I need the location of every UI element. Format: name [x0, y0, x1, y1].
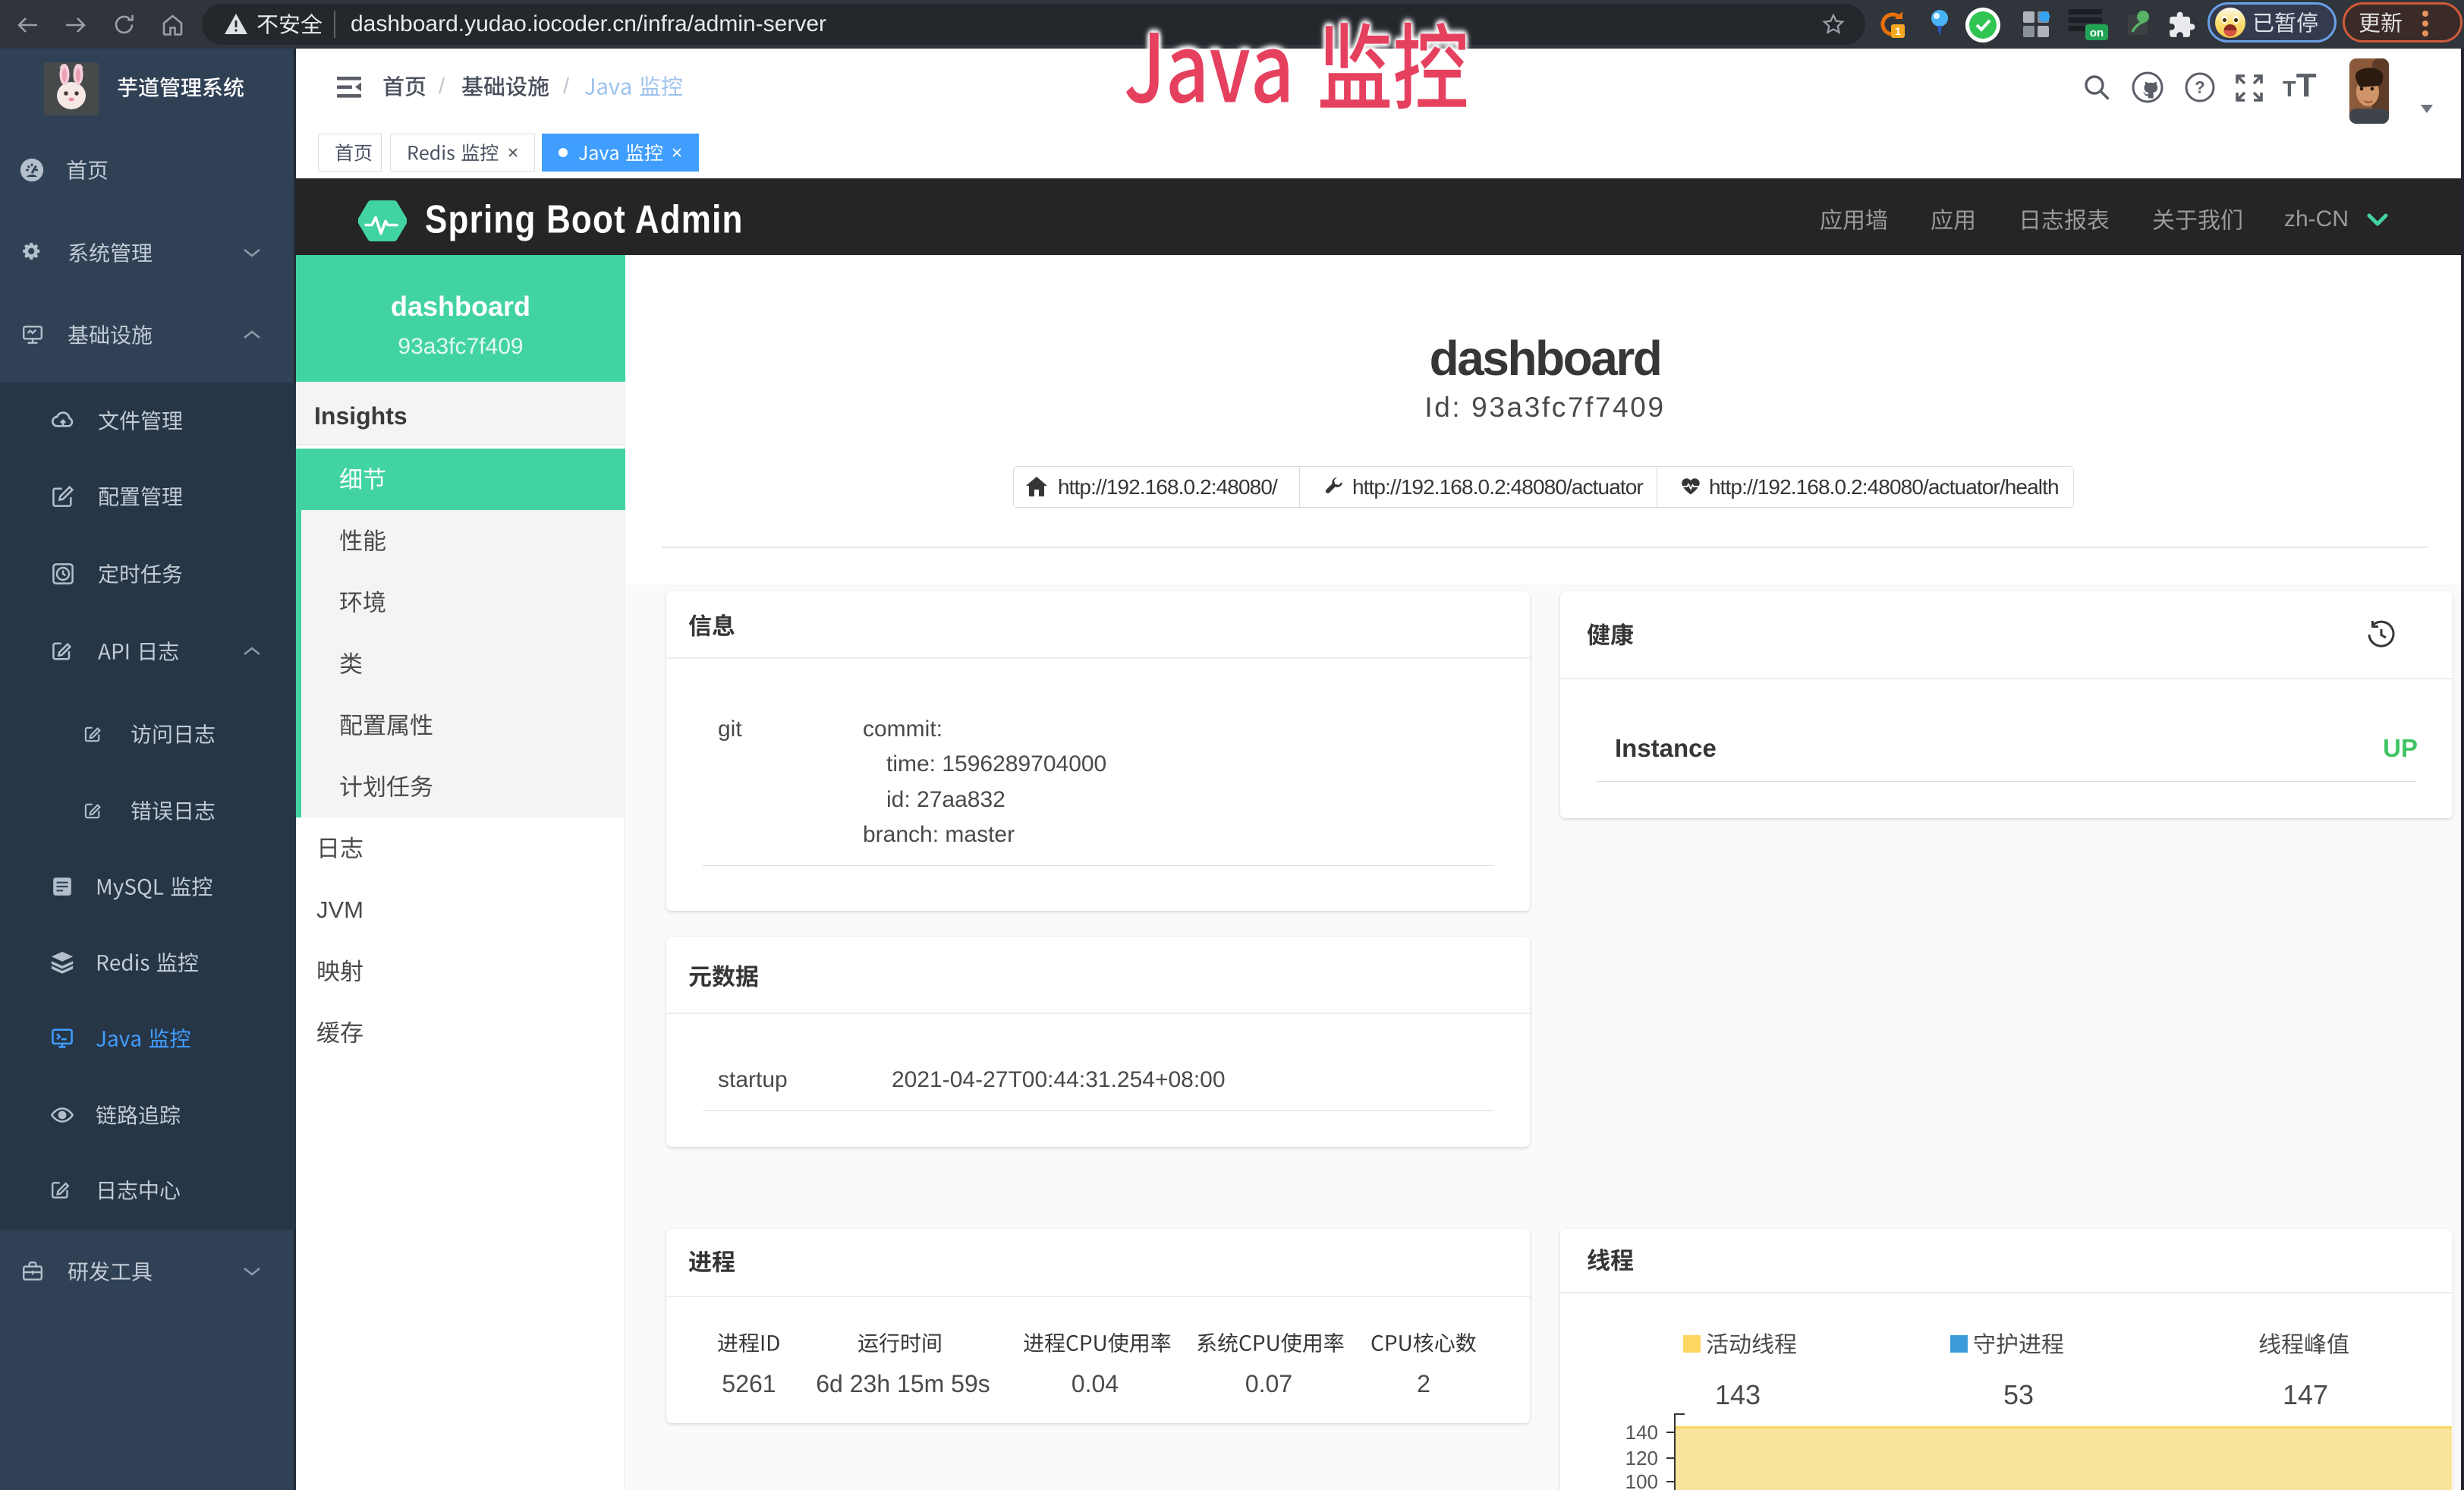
svg-text:1: 1: [1895, 25, 1901, 37]
svg-text:?: ?: [2195, 78, 2204, 97]
svg-text:on: on: [2090, 27, 2104, 39]
